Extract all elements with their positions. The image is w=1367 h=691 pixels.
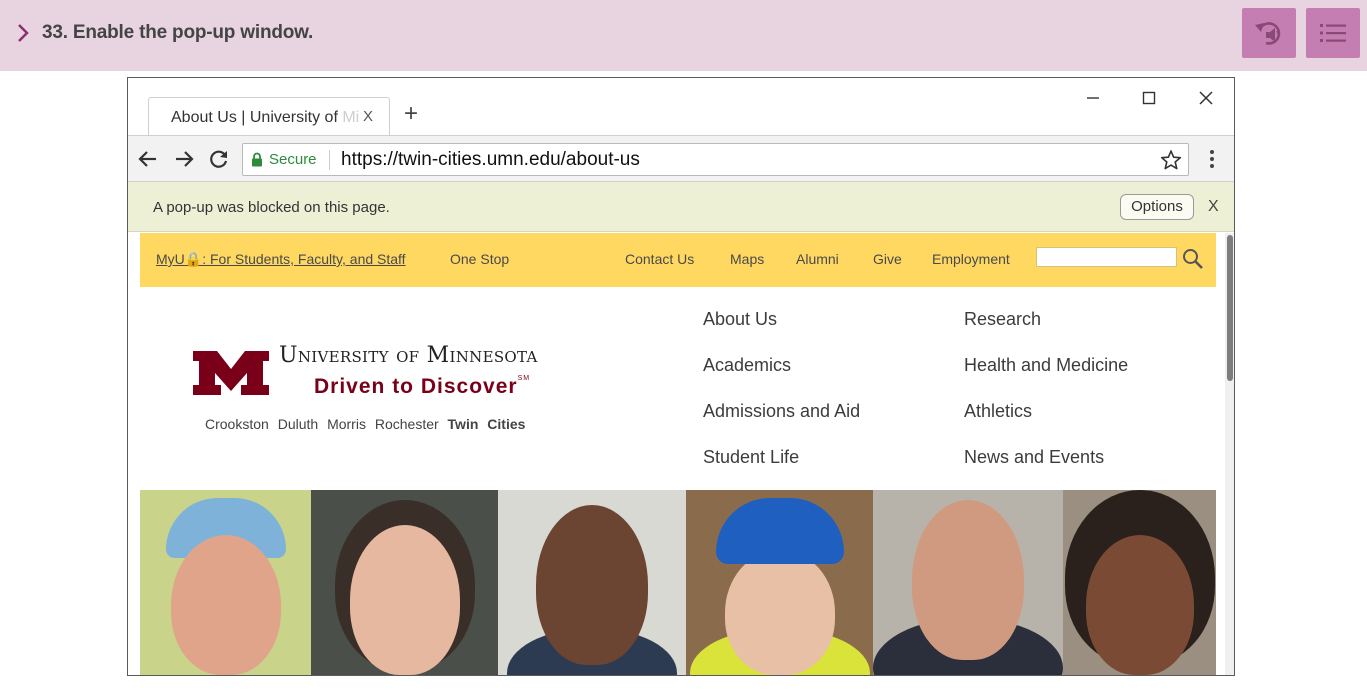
forward-arrow-icon[interactable] <box>173 148 195 170</box>
utility-nav: MyU🔒: For Students, Faculty, and Staff O… <box>140 233 1216 287</box>
popup-blocked-bar: A pop-up was blocked on this page. Optio… <box>128 182 1234 232</box>
tab-title: About Us | University of Mi <box>171 109 360 126</box>
site-search-input[interactable] <box>1036 247 1177 267</box>
close-icon <box>1199 91 1213 105</box>
popup-options-button[interactable]: Options <box>1120 194 1194 220</box>
campus-links: Crookston Duluth Morris Rochester Twin C… <box>205 416 525 432</box>
campus-duluth[interactable]: Duluth <box>278 416 318 432</box>
search-icon[interactable] <box>1182 248 1204 270</box>
alumni-link[interactable]: Alumni <box>796 251 839 267</box>
tagline: Driven to DiscoverSM <box>314 375 531 398</box>
back-arrow-icon[interactable] <box>137 148 159 170</box>
campus-rochester[interactable]: Rochester <box>375 416 439 432</box>
university-m-logo[interactable] <box>193 351 269 395</box>
page-content: MyU🔒: For Students, Faculty, and Staff O… <box>140 233 1216 675</box>
campus-morris[interactable]: Morris <box>327 416 366 432</box>
omnibox-divider <box>329 150 330 170</box>
menu-news-events[interactable]: News and Events <box>964 447 1104 468</box>
popup-blocked-message: A pop-up was blocked on this page. <box>153 199 390 216</box>
address-bar[interactable]: Secure https://twin-cities.umn.edu/about… <box>242 143 1189 176</box>
list-menu-icon <box>1320 24 1346 42</box>
menu-academics[interactable]: Academics <box>703 355 791 376</box>
browser-menu-icon[interactable] <box>1202 149 1222 169</box>
browser-toolbar: Secure https://twin-cities.umn.edu/about… <box>128 135 1234 182</box>
instruction-text: 33. Enable the pop-up window. <box>42 22 314 43</box>
replay-audio-icon <box>1255 22 1281 45</box>
myu-link[interactable]: MyU🔒: For Students, Faculty, and Staff <box>156 251 406 268</box>
popup-bar-close-button[interactable]: X <box>1208 198 1219 216</box>
university-name: University of Minnesota <box>279 343 538 368</box>
employment-link[interactable]: Employment <box>932 251 1010 267</box>
close-window-button[interactable] <box>1191 86 1221 110</box>
contact-us-link[interactable]: Contact Us <box>625 251 694 267</box>
new-tab-button[interactable]: + <box>404 102 418 126</box>
campus-crookston[interactable]: Crookston <box>205 416 269 432</box>
menu-athletics[interactable]: Athletics <box>964 401 1032 422</box>
hero-photo-strip <box>140 490 1216 675</box>
hero-photo <box>686 490 873 675</box>
browser-tab[interactable]: About Us | University of Mi X <box>148 97 390 135</box>
bookmark-star-icon[interactable] <box>1160 149 1182 171</box>
secure-label: Secure <box>269 151 317 168</box>
tab-close-button[interactable]: X <box>363 108 373 125</box>
maximize-icon <box>1142 91 1156 105</box>
replay-audio-button[interactable] <box>1242 8 1296 58</box>
url-text[interactable]: https://twin-cities.umn.edu/about-us <box>341 149 640 171</box>
hero-photo <box>140 490 311 675</box>
list-menu-button[interactable] <box>1306 8 1360 58</box>
menu-research[interactable]: Research <box>964 309 1041 330</box>
browser-window: About Us | University of Mi X + Secure h… <box>127 77 1235 676</box>
menu-student-life[interactable]: Student Life <box>703 447 799 468</box>
menu-health-medicine[interactable]: Health and Medicine <box>964 355 1128 376</box>
minimize-button[interactable] <box>1078 86 1108 110</box>
lock-icon <box>252 152 262 167</box>
menu-about-us[interactable]: About Us <box>703 309 777 330</box>
chevron-right-icon[interactable] <box>16 22 30 44</box>
page-scrollbar[interactable] <box>1225 233 1234 675</box>
reload-icon[interactable] <box>208 148 230 170</box>
maximize-button[interactable] <box>1134 86 1164 110</box>
instruction-bar: 33. Enable the pop-up window. <box>0 0 1367 71</box>
scrollbar-thumb[interactable] <box>1227 235 1233 381</box>
hero-photo <box>873 490 1063 675</box>
hero-photo <box>498 490 686 675</box>
maps-link[interactable]: Maps <box>730 251 764 267</box>
one-stop-link[interactable]: One Stop <box>450 251 509 267</box>
hero-photo <box>311 490 498 675</box>
give-link[interactable]: Give <box>873 251 902 267</box>
campus-twin-cities[interactable]: Twin Cities <box>448 416 526 432</box>
menu-admissions-aid[interactable]: Admissions and Aid <box>703 401 860 422</box>
browser-titlebar: About Us | University of Mi X + <box>128 78 1234 135</box>
minimize-icon <box>1087 97 1099 99</box>
hero-photo <box>1063 490 1216 675</box>
